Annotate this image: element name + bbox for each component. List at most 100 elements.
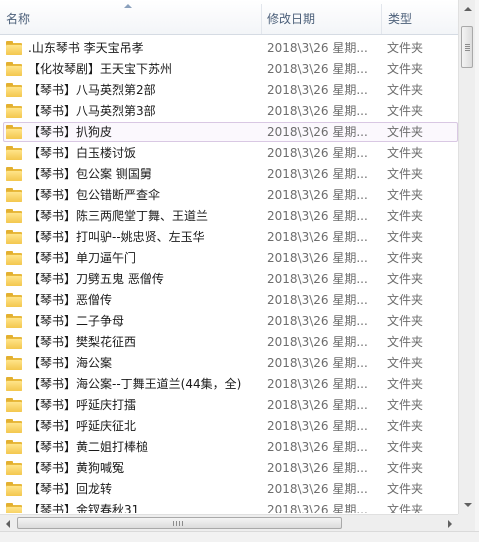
item-type: 文件夹 bbox=[387, 419, 424, 433]
item-type: 文件夹 bbox=[387, 461, 424, 475]
column-header-name[interactable]: 名称 bbox=[6, 0, 30, 34]
folder-icon bbox=[6, 440, 22, 454]
horizontal-scroll-thumb[interactable] bbox=[17, 517, 342, 529]
vertical-scroll-thumb[interactable] bbox=[461, 26, 473, 68]
folder-icon bbox=[6, 293, 22, 307]
scroll-up-button[interactable] bbox=[459, 0, 476, 17]
column-divider[interactable] bbox=[381, 4, 382, 34]
window-edge bbox=[475, 0, 479, 531]
folder-icon bbox=[6, 104, 22, 118]
item-date: 2018\3\26 星期... bbox=[267, 83, 368, 97]
item-date: 2018\3\26 星期... bbox=[267, 503, 368, 513]
list-item[interactable]: 【琴书】黄狗喊冤 2018\3\26 星期... 文件夹 bbox=[0, 458, 458, 479]
item-date: 2018\3\26 星期... bbox=[267, 146, 368, 160]
folder-icon bbox=[6, 377, 22, 391]
item-type: 文件夹 bbox=[387, 146, 424, 160]
column-header-type[interactable]: 类型 bbox=[388, 0, 412, 34]
list-item[interactable]: .山东琴书 李天宝吊孝 2018\3\26 星期... 文件夹 bbox=[0, 38, 458, 59]
folder-icon bbox=[6, 41, 22, 55]
list-item[interactable]: 【琴书】打叫驴--姚忠贤、左玉华 2018\3\26 星期... 文件夹 bbox=[0, 227, 458, 248]
item-type: 文件夹 bbox=[387, 251, 424, 265]
list-item[interactable]: 【琴书】八马英烈第2部 2018\3\26 星期... 文件夹 bbox=[0, 80, 458, 101]
item-type: 文件夹 bbox=[387, 335, 424, 349]
horizontal-scrollbar[interactable] bbox=[0, 514, 458, 532]
folder-icon bbox=[6, 482, 22, 496]
item-name: 【琴书】单刀逼午门 bbox=[28, 251, 137, 265]
scroll-left-button[interactable] bbox=[0, 515, 17, 532]
item-date: 2018\3\26 星期... bbox=[267, 104, 368, 118]
folder-icon bbox=[6, 146, 22, 160]
item-date: 2018\3\26 星期... bbox=[267, 398, 368, 412]
column-header-date[interactable]: 修改日期 bbox=[267, 0, 315, 34]
item-name: 【琴书】打叫驴--姚忠贤、左玉华 bbox=[28, 230, 205, 244]
item-date: 2018\3\26 星期... bbox=[267, 461, 368, 475]
list-item[interactable]: 【琴书】陈三两爬堂丁舞、王道兰 2018\3\26 星期... 文件夹 bbox=[0, 206, 458, 227]
list-item[interactable]: 【琴书】黄二姐打棒槌 2018\3\26 星期... 文件夹 bbox=[0, 437, 458, 458]
item-date: 2018\3\26 星期... bbox=[267, 440, 368, 454]
folder-icon bbox=[6, 83, 22, 97]
item-name: 【琴书】刀劈五鬼 恶僧传 bbox=[28, 272, 164, 286]
folder-icon bbox=[6, 62, 22, 76]
item-date: 2018\3\26 星期... bbox=[267, 209, 368, 223]
item-type: 文件夹 bbox=[387, 125, 424, 139]
folder-icon bbox=[6, 251, 22, 265]
scrollbar-corner bbox=[458, 514, 475, 531]
arrow-left-icon bbox=[6, 520, 10, 528]
vertical-scrollbar[interactable] bbox=[458, 0, 476, 514]
folder-icon bbox=[6, 167, 22, 181]
list-item[interactable]: 【琴书】刀劈五鬼 恶僧传 2018\3\26 星期... 文件夹 bbox=[0, 269, 458, 290]
item-name: 【琴书】陈三两爬堂丁舞、王道兰 bbox=[28, 209, 209, 223]
folder-icon bbox=[6, 335, 22, 349]
list-item[interactable]: 【琴书】回龙转 2018\3\26 星期... 文件夹 bbox=[0, 479, 458, 500]
item-name: 【琴书】海公案--丁舞王道兰(44集，全) bbox=[28, 377, 242, 391]
list-item[interactable]: 【琴书】金钗春秋31 2018\3\26 星期... 文件夹 bbox=[0, 500, 458, 513]
list-item[interactable]: 【琴书】海公案 2018\3\26 星期... 文件夹 bbox=[0, 353, 458, 374]
item-date: 2018\3\26 星期... bbox=[267, 251, 368, 265]
scroll-right-button[interactable] bbox=[441, 515, 458, 532]
scroll-down-button[interactable] bbox=[459, 497, 476, 514]
item-type: 文件夹 bbox=[387, 482, 424, 496]
list-item[interactable]: 【琴书】包公错断严查伞 2018\3\26 星期... 文件夹 bbox=[0, 185, 458, 206]
item-type: 文件夹 bbox=[387, 314, 424, 328]
list-item[interactable]: 【琴书】单刀逼午门 2018\3\26 星期... 文件夹 bbox=[0, 248, 458, 269]
item-type: 文件夹 bbox=[387, 167, 424, 181]
item-type: 文件夹 bbox=[387, 230, 424, 244]
arrow-right-icon bbox=[448, 520, 452, 528]
item-name: 【琴书】八马英烈第2部 bbox=[28, 83, 156, 97]
list-item[interactable]: 【琴书】樊梨花征西 2018\3\26 星期... 文件夹 bbox=[0, 332, 458, 353]
item-type: 文件夹 bbox=[387, 293, 424, 307]
list-item[interactable]: 【琴书】海公案--丁舞王道兰(44集，全) 2018\3\26 星期... 文件夹 bbox=[0, 374, 458, 395]
item-type: 文件夹 bbox=[387, 503, 424, 513]
list-item[interactable]: 【琴书】扒狗皮 2018\3\26 星期... 文件夹 bbox=[0, 122, 458, 143]
list-item[interactable]: 【琴书】白玉楼讨饭 2018\3\26 星期... 文件夹 bbox=[0, 143, 458, 164]
item-name: 【琴书】二子争母 bbox=[28, 314, 125, 328]
item-name: 【琴书】呼延庆征北 bbox=[28, 419, 137, 433]
list-item[interactable]: 【琴书】包公案 铡国舅 2018\3\26 星期... 文件夹 bbox=[0, 164, 458, 185]
list-item[interactable]: 【琴书】呼延庆打擂 2018\3\26 星期... 文件夹 bbox=[0, 395, 458, 416]
arrow-up-icon bbox=[464, 7, 472, 11]
item-type: 文件夹 bbox=[387, 272, 424, 286]
item-name: 【琴书】白玉楼讨饭 bbox=[28, 146, 137, 160]
item-name: 【琴书】樊梨花征西 bbox=[28, 335, 137, 349]
item-date: 2018\3\26 星期... bbox=[267, 419, 368, 433]
item-date: 2018\3\26 星期... bbox=[267, 272, 368, 286]
item-type: 文件夹 bbox=[387, 188, 424, 202]
item-name: 【琴书】八马英烈第3部 bbox=[28, 104, 156, 118]
item-name: 【琴书】恶僧传 bbox=[28, 293, 113, 307]
folder-icon bbox=[6, 419, 22, 433]
item-type: 文件夹 bbox=[387, 377, 424, 391]
folder-icon bbox=[6, 503, 22, 513]
list-item[interactable]: 【琴书】呼延庆征北 2018\3\26 星期... 文件夹 bbox=[0, 416, 458, 437]
item-type: 文件夹 bbox=[387, 62, 424, 76]
item-name: .山东琴书 李天宝吊孝 bbox=[28, 41, 144, 55]
item-name: 【琴书】包公错断严查伞 bbox=[28, 188, 161, 202]
list-item[interactable]: 【琴书】二子争母 2018\3\26 星期... 文件夹 bbox=[0, 311, 458, 332]
item-type: 文件夹 bbox=[387, 104, 424, 118]
list-item[interactable]: 【琴书】恶僧传 2018\3\26 星期... 文件夹 bbox=[0, 290, 458, 311]
item-date: 2018\3\26 星期... bbox=[267, 482, 368, 496]
item-type: 文件夹 bbox=[387, 83, 424, 97]
list-item[interactable]: 【化妆琴剧】王天宝下苏州 2018\3\26 星期... 文件夹 bbox=[0, 59, 458, 80]
item-date: 2018\3\26 星期... bbox=[267, 356, 368, 370]
list-item[interactable]: 【琴书】八马英烈第3部 2018\3\26 星期... 文件夹 bbox=[0, 101, 458, 122]
column-divider[interactable] bbox=[261, 4, 262, 34]
